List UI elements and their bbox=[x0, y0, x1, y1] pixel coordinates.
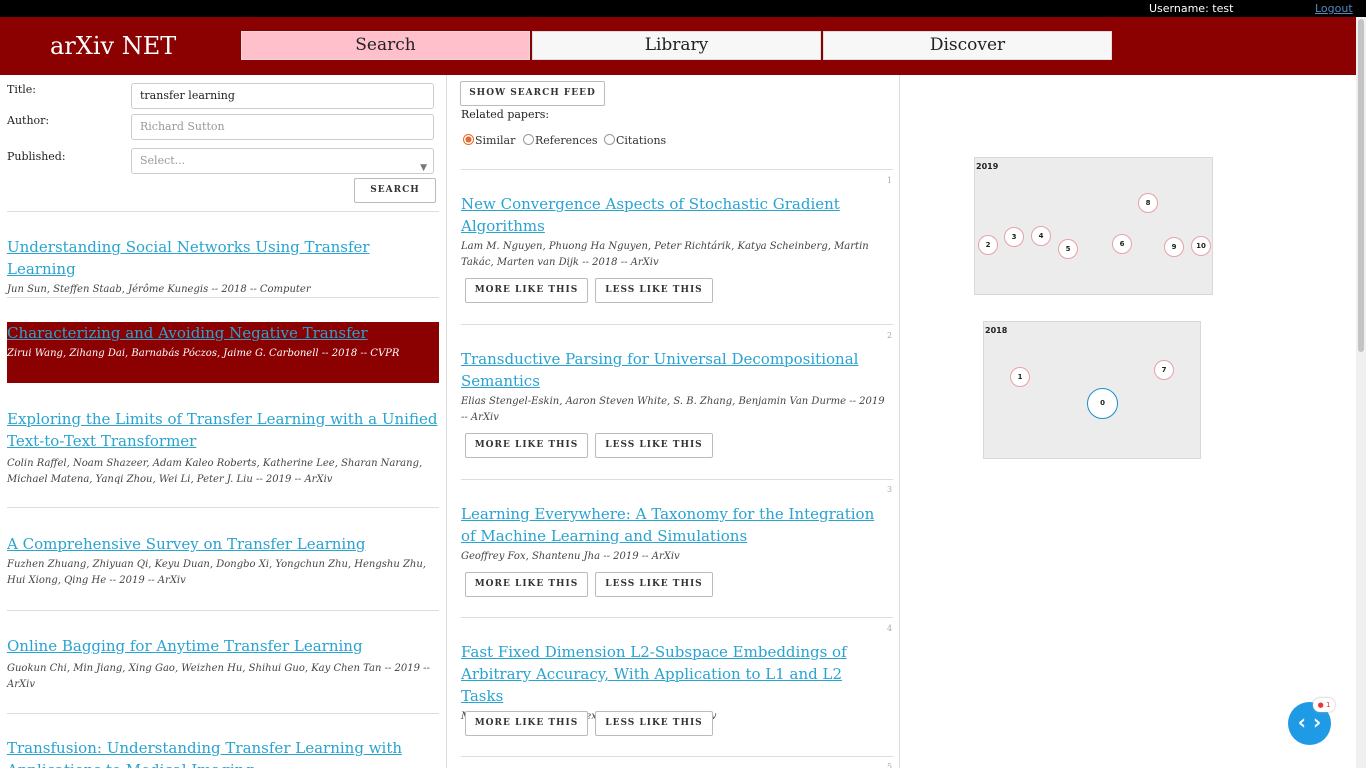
divider bbox=[461, 479, 893, 480]
divider bbox=[461, 756, 893, 757]
result-title-link[interactable]: Understanding Social Networks Using Tran… bbox=[7, 236, 439, 280]
divider bbox=[461, 324, 893, 325]
related-item: New Convergence Aspects of Stochastic Gr… bbox=[461, 193, 886, 271]
radio-citations[interactable]: Citations bbox=[604, 134, 666, 147]
published-placeholder: Select... bbox=[140, 154, 186, 167]
author-input[interactable]: Richard Sutton bbox=[131, 114, 434, 140]
result-item-selected[interactable]: Characterizing and Avoiding Negative Tra… bbox=[7, 322, 439, 383]
more-like-this-button[interactable]: More like this bbox=[465, 711, 588, 736]
graph-node[interactable]: 4 bbox=[1031, 226, 1051, 246]
rank-number: 3 bbox=[887, 485, 893, 494]
graph-node[interactable]: 10 bbox=[1191, 236, 1211, 256]
radio-label: References bbox=[535, 134, 598, 147]
rank-number: 2 bbox=[887, 331, 893, 340]
graph-node[interactable]: 6 bbox=[1112, 234, 1132, 254]
radio-dot bbox=[604, 134, 615, 145]
year-graph-2019: 2019 2 3 4 5 6 8 9 10 bbox=[974, 157, 1213, 295]
more-like-this-button[interactable]: More like this bbox=[465, 572, 588, 597]
more-like-this-button[interactable]: More like this bbox=[465, 278, 588, 303]
page-scrollbar[interactable] bbox=[1356, 17, 1366, 768]
result-item: Exploring the Limits of Transfer Learnin… bbox=[7, 408, 439, 488]
tab-library[interactable]: Library bbox=[532, 31, 821, 60]
result-title-link[interactable]: Transfusion: Understanding Transfer Lear… bbox=[7, 737, 439, 768]
related-item: Transductive Parsing for Universal Decom… bbox=[461, 348, 886, 426]
year-label: 2019 bbox=[976, 162, 999, 171]
divider bbox=[461, 617, 893, 618]
result-item: A Comprehensive Survey on Transfer Learn… bbox=[7, 533, 439, 589]
divider bbox=[7, 297, 439, 298]
result-title-link[interactable]: A Comprehensive Survey on Transfer Learn… bbox=[7, 533, 439, 555]
scrollbar-thumb[interactable] bbox=[1358, 19, 1364, 352]
rank-number: 5 bbox=[887, 762, 893, 768]
radio-label: Citations bbox=[616, 134, 667, 147]
related-papers-label: Related papers: bbox=[461, 108, 550, 121]
graph-node-selected[interactable]: 0 bbox=[1087, 388, 1118, 419]
divider bbox=[7, 211, 439, 212]
related-meta: Elias Stengel-Eskin, Aaron Steven White,… bbox=[461, 396, 885, 423]
radio-dot-checked bbox=[463, 134, 474, 145]
badge-count: 1 bbox=[1325, 701, 1331, 709]
radio-dot bbox=[523, 134, 534, 145]
app-brand: arXiv NET bbox=[50, 32, 177, 60]
graph-node[interactable]: 8 bbox=[1138, 193, 1158, 213]
related-title-link[interactable]: Fast Fixed Dimension L2-Subspace Embeddi… bbox=[461, 641, 886, 707]
less-like-this-button[interactable]: Less like this bbox=[595, 711, 713, 736]
year-graph-2018: 2018 1 7 0 bbox=[983, 321, 1201, 459]
divider bbox=[7, 507, 439, 508]
graph-node[interactable]: 1 bbox=[1010, 367, 1030, 387]
radio-references[interactable]: References bbox=[523, 134, 598, 147]
top-bar: Username: test Logout bbox=[0, 0, 1366, 17]
related-panel: Show search feed Related papers: Similar… bbox=[446, 75, 900, 768]
graph-node[interactable]: 7 bbox=[1154, 360, 1174, 380]
radio-similar[interactable]: Similar bbox=[463, 134, 515, 147]
result-meta: Guokun Chi, Min Jiang, Xing Gao, Weizhen… bbox=[7, 663, 430, 690]
related-meta: Lam M. Nguyen, Phuong Ha Nguyen, Peter R… bbox=[461, 241, 869, 268]
less-like-this-button[interactable]: Less like this bbox=[595, 572, 713, 597]
result-title-link[interactable]: Characterizing and Avoiding Negative Tra… bbox=[7, 322, 439, 344]
related-meta: Geoffrey Fox, Shantenu Jha -- 2019 -- Ar… bbox=[461, 551, 680, 562]
username-label: Username: test bbox=[1149, 2, 1234, 15]
result-item: Transfusion: Understanding Transfer Lear… bbox=[7, 737, 439, 768]
published-label: Published: bbox=[7, 150, 66, 163]
graph-node[interactable]: 9 bbox=[1164, 237, 1184, 257]
result-item: Online Bagging for Anytime Transfer Lear… bbox=[7, 635, 439, 693]
divider bbox=[7, 610, 439, 611]
less-like-this-button[interactable]: Less like this bbox=[595, 278, 713, 303]
logout-link[interactable]: Logout bbox=[1315, 2, 1353, 15]
published-select[interactable]: Select... ▼ bbox=[131, 148, 434, 174]
tab-search[interactable]: Search bbox=[241, 31, 530, 60]
divider bbox=[461, 169, 893, 170]
app-header: arXiv NET Search Library Discover bbox=[0, 17, 1356, 75]
related-title-link[interactable]: New Convergence Aspects of Stochastic Gr… bbox=[461, 193, 886, 237]
year-label: 2018 bbox=[985, 326, 1008, 335]
result-meta: Zirui Wang, Zihang Dai, Barnabás Póczos,… bbox=[7, 348, 400, 359]
graph-node[interactable]: 5 bbox=[1058, 239, 1078, 259]
title-input[interactable]: transfer learning bbox=[131, 83, 434, 109]
result-meta: Jun Sun, Steffen Staab, Jérôme Kunegis -… bbox=[7, 284, 311, 295]
title-label: Title: bbox=[7, 83, 37, 96]
related-item: Learning Everywhere: A Taxonomy for the … bbox=[461, 503, 886, 565]
result-meta: Colin Raffel, Noam Shazeer, Adam Kaleo R… bbox=[7, 458, 423, 485]
result-item: Understanding Social Networks Using Tran… bbox=[7, 236, 439, 298]
related-title-link[interactable]: Transductive Parsing for Universal Decom… bbox=[461, 348, 886, 392]
related-title-link[interactable]: Learning Everywhere: A Taxonomy for the … bbox=[461, 503, 886, 547]
result-meta: Fuzhen Zhuang, Zhiyuan Qi, Keyu Duan, Do… bbox=[7, 559, 426, 586]
result-title-link[interactable]: Online Bagging for Anytime Transfer Lear… bbox=[7, 635, 439, 657]
radio-label: Similar bbox=[475, 134, 516, 147]
tab-discover[interactable]: Discover bbox=[823, 31, 1112, 60]
graph-node[interactable]: 2 bbox=[978, 235, 998, 255]
result-title-link[interactable]: Exploring the Limits of Transfer Learnin… bbox=[7, 408, 439, 452]
show-search-feed-button[interactable]: Show search feed bbox=[460, 81, 605, 106]
search-panel: Title: transfer learning Author: Richard… bbox=[0, 75, 446, 768]
graph-node[interactable]: 3 bbox=[1004, 227, 1024, 247]
rank-number: 1 bbox=[887, 176, 893, 185]
chevron-down-icon: ▼ bbox=[420, 163, 427, 173]
less-like-this-button[interactable]: Less like this bbox=[595, 433, 713, 458]
rank-number: 4 bbox=[887, 624, 893, 633]
search-button[interactable]: Search bbox=[354, 178, 436, 203]
more-like-this-button[interactable]: More like this bbox=[465, 433, 588, 458]
author-label: Author: bbox=[7, 114, 50, 127]
notification-badge: ● 1 bbox=[1313, 698, 1335, 712]
divider bbox=[7, 713, 439, 714]
